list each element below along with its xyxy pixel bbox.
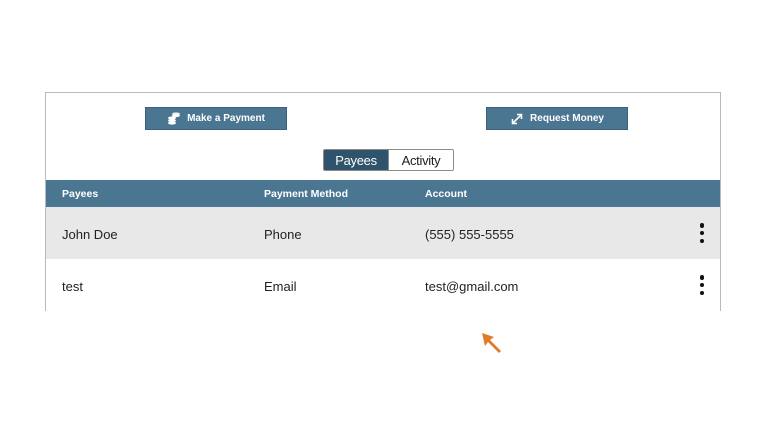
- arrows-diagonal-icon: [510, 112, 524, 126]
- coins-icon: [167, 111, 181, 126]
- payees-panel: Make a Payment Request Money Payees Acti…: [45, 92, 721, 311]
- cursor-arrow-icon: [480, 331, 504, 355]
- payee-name: test: [62, 279, 83, 294]
- payee-name: John Doe: [62, 227, 118, 242]
- column-header-payment-method: Payment Method: [264, 188, 349, 200]
- column-header-payees: Payees: [62, 188, 99, 200]
- payment-method: Email: [264, 279, 297, 294]
- account-value: test@gmail.com: [425, 279, 519, 294]
- column-header-account: Account: [425, 188, 467, 200]
- table-row[interactable]: John Doe Phone (555) 555-5555: [46, 207, 720, 259]
- request-money-label: Request Money: [530, 113, 604, 124]
- request-money-button[interactable]: Request Money: [486, 107, 628, 130]
- tab-payees[interactable]: Payees: [324, 150, 388, 170]
- more-vertical-icon[interactable]: [698, 223, 706, 243]
- account-value: (555) 555-5555: [425, 227, 514, 242]
- table-row[interactable]: test Email test@gmail.com: [46, 259, 720, 311]
- table-header: Payees Payment Method Account: [46, 180, 720, 207]
- tab-activity[interactable]: Activity: [388, 150, 453, 170]
- more-vertical-icon[interactable]: [698, 275, 706, 295]
- view-toggle: Payees Activity: [323, 149, 454, 171]
- make-payment-button[interactable]: Make a Payment: [145, 107, 287, 130]
- make-payment-label: Make a Payment: [187, 113, 265, 124]
- payment-method: Phone: [264, 227, 302, 242]
